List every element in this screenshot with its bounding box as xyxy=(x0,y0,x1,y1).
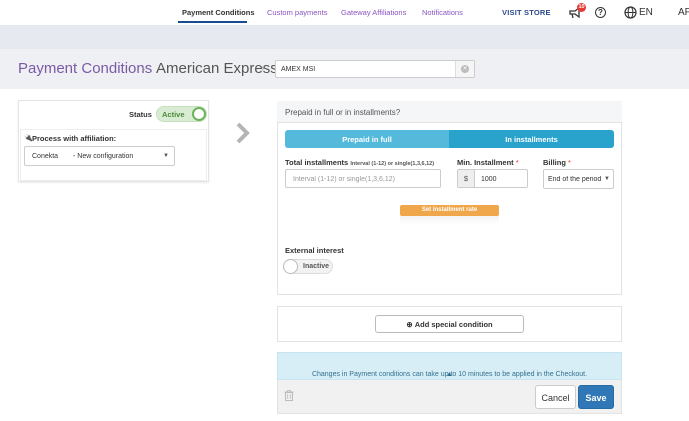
notification-badge: 10 xyxy=(577,3,586,12)
set-installment-rate-button[interactable]: Set installment rate xyxy=(400,205,499,216)
tab-installments-label: In installments xyxy=(505,135,558,144)
tab-notifications[interactable]: Notifications xyxy=(422,8,463,17)
external-interest-value: Inactive xyxy=(303,263,330,270)
tab-payment-conditions[interactable]: Payment Conditions xyxy=(182,8,255,17)
condition-name-field[interactable]: ✕ xyxy=(275,60,475,78)
min-installment-label: Min. Installment * xyxy=(457,158,519,167)
total-installments-hint: Interval (1-12) or single(1,3,6,12) xyxy=(350,161,435,167)
info-message: Changes in Payment conditions can take u… xyxy=(311,371,588,378)
caret-down-icon: ▼ xyxy=(163,153,169,159)
billing-label: Billing * xyxy=(543,158,571,167)
condition-name-input[interactable] xyxy=(281,64,451,75)
required-mark: * xyxy=(515,158,519,167)
billing-select[interactable]: End of the period ▼ xyxy=(543,169,614,189)
affiliation-select[interactable]: Conekta - New configuration ▼ xyxy=(24,146,175,166)
billing-text: Billing xyxy=(543,158,566,167)
required-mark: * xyxy=(568,158,571,167)
visit-store-link[interactable]: VISIT STORE xyxy=(502,8,551,17)
tab-installments[interactable]: In installments xyxy=(449,130,614,148)
help-icon[interactable]: ? xyxy=(595,7,606,18)
min-installment-text: Min. Installment xyxy=(457,158,514,167)
rate-button-shadow xyxy=(400,216,499,224)
active-tab-indicator xyxy=(178,21,247,23)
status-toggle[interactable]: Active xyxy=(156,106,207,122)
external-interest-label: External interest xyxy=(285,246,344,255)
save-label: Save xyxy=(585,393,607,403)
trash-icon[interactable] xyxy=(284,390,294,401)
toggle-knob xyxy=(192,107,206,121)
tab-prepaid-full[interactable]: Prepaid in full xyxy=(285,130,449,148)
status-toggle-label: Active xyxy=(162,110,185,119)
billing-value: End of the period xyxy=(548,176,602,183)
min-installment-input[interactable] xyxy=(481,174,521,184)
tab-custom-payments[interactable]: Custom payments xyxy=(267,8,327,17)
tab-prepaid-full-label: Prepaid in full xyxy=(342,135,392,144)
breadcrumb-current: American Express xyxy=(156,60,278,77)
caret-down-icon: ▼ xyxy=(604,176,610,182)
chevron-right-icon xyxy=(236,122,250,144)
toggle-knob xyxy=(283,259,298,274)
close-icon: ✕ xyxy=(461,65,469,73)
panel-heading: Prepaid in full or in installments? xyxy=(285,108,401,117)
add-special-condition-text: Add special condition xyxy=(414,320,493,329)
sub-navigation xyxy=(0,25,689,49)
clear-name-button[interactable]: ✕ xyxy=(455,61,474,77)
affiliation-gateway: Conekta xyxy=(32,153,59,160)
tab-gateway-affiliations[interactable]: Gateway Affiliations xyxy=(341,8,406,17)
add-special-condition-label: ⊕ Add special condition xyxy=(406,320,493,329)
min-installment-field[interactable]: $ xyxy=(457,169,528,188)
breadcrumb-separator: › xyxy=(261,63,265,74)
set-installment-rate-label: Set installment rate xyxy=(421,207,478,213)
cancel-button[interactable]: Cancel xyxy=(535,385,576,409)
status-label: Status xyxy=(129,110,152,119)
user-menu[interactable]: AF xyxy=(678,7,689,18)
save-button[interactable]: Save xyxy=(578,385,614,409)
external-interest-toggle[interactable]: Inactive xyxy=(283,259,333,274)
add-special-condition-button[interactable]: ⊕ Add special condition xyxy=(375,315,524,333)
total-installments-text: Total installments xyxy=(285,158,349,167)
info-alert: ▲ Changes in Payment conditions can take… xyxy=(277,352,622,380)
currency-addon: $ xyxy=(458,170,475,187)
globe-icon[interactable] xyxy=(624,6,637,19)
total-installments-field[interactable] xyxy=(285,169,441,188)
language-selector[interactable]: EN xyxy=(639,7,653,18)
total-installments-label: Total installments Interval (1-12) or si… xyxy=(285,158,434,167)
cancel-label: Cancel xyxy=(541,393,570,403)
affiliation-label: Process with affiliation: xyxy=(32,134,117,143)
breadcrumb-separator: › xyxy=(141,61,146,76)
total-installments-input[interactable] xyxy=(293,174,433,184)
breadcrumb-root[interactable]: Payment Conditions xyxy=(18,60,152,77)
affiliation-config: - New configuration xyxy=(73,153,134,160)
